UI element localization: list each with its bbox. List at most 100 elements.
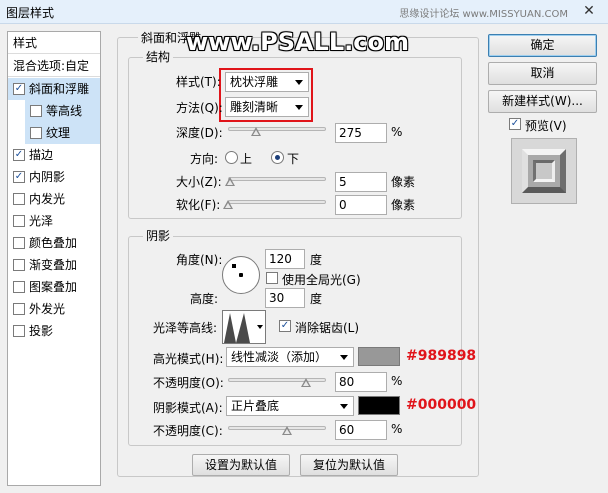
style-item-checkbox[interactable] — [13, 193, 25, 205]
style-item-label: 颜色叠加 — [29, 236, 78, 250]
chevron-down-icon — [340, 355, 348, 360]
style-item[interactable]: 图案叠加 — [8, 276, 100, 298]
style-select[interactable]: 枕状浮雕 — [225, 72, 309, 92]
angle-dial[interactable] — [222, 256, 260, 294]
style-item-checkbox[interactable]: ✓ — [13, 83, 25, 95]
style-item[interactable]: ✓ 描边 — [8, 144, 100, 166]
blending-options-item[interactable]: 混合选项:自定 — [8, 55, 100, 77]
shadow-opacity-unit: % — [391, 422, 403, 436]
ok-button[interactable]: 确定 — [488, 34, 597, 57]
altitude-input[interactable]: 30 — [265, 288, 305, 308]
depth-input[interactable]: 275 — [335, 123, 387, 143]
new-style-button[interactable]: 新建样式(W)... — [488, 90, 597, 113]
style-item[interactable]: ✓ 内阴影 — [8, 166, 100, 188]
size-slider-track[interactable] — [228, 177, 326, 181]
style-item-checkbox[interactable] — [30, 127, 42, 139]
contour-icon — [224, 313, 250, 343]
style-item-label: 内发光 — [29, 192, 66, 206]
psall-watermark: www.PSALL.com — [186, 28, 409, 56]
angle-dial-marker — [232, 264, 236, 268]
style-item-checkbox[interactable] — [13, 215, 25, 227]
global-light-label[interactable]: 使用全局光(G) — [282, 271, 361, 288]
soften-label: 软化(F): — [176, 198, 221, 212]
shadow-color-swatch[interactable] — [358, 396, 400, 415]
direction-up-label[interactable]: 上 — [240, 150, 252, 167]
highlight-mode-label: 高光模式(H): — [153, 352, 224, 366]
soften-unit: 像素 — [391, 198, 416, 212]
make-default-button[interactable]: 设置为默认值 — [192, 454, 290, 476]
style-item-checkbox[interactable] — [30, 105, 42, 117]
style-item-checkbox[interactable]: ✓ — [13, 171, 25, 183]
style-item[interactable]: ✓ 斜面和浮雕 — [8, 78, 100, 100]
soften-input[interactable]: 0 — [335, 195, 387, 215]
chevron-down-icon — [257, 325, 263, 329]
size-slider-thumb[interactable] — [224, 177, 235, 186]
style-item-label: 外发光 — [29, 302, 66, 316]
highlight-opacity-label: 不透明度(O): — [153, 376, 224, 390]
depth-label: 深度(D): — [176, 126, 223, 140]
antialias-checkbox[interactable]: ✓ — [279, 320, 291, 332]
reset-default-button[interactable]: 复位为默认值 — [300, 454, 398, 476]
preview-square — [522, 149, 566, 193]
style-item-checkbox[interactable] — [13, 303, 25, 315]
shadow-mode-select[interactable]: 正片叠底 — [226, 396, 354, 416]
style-item-checkbox[interactable]: ✓ — [13, 149, 25, 161]
style-item-checkbox[interactable] — [13, 237, 25, 249]
style-item-label: 斜面和浮雕 — [29, 82, 90, 96]
style-item-label: 描边 — [29, 148, 54, 162]
shading-title: 阴影 — [143, 227, 174, 244]
style-list-panel: 样式 混合选项:自定 ✓ 斜面和浮雕 等高线 纹理 ✓ 描边 ✓ 内阴影 内发光 光泽 颜色叠加 渐变… — [7, 31, 101, 486]
style-item[interactable]: 内发光 — [8, 188, 100, 210]
style-item[interactable]: 纹理 — [25, 122, 100, 144]
style-item-label: 渐变叠加 — [29, 258, 78, 272]
angle-dial-center — [239, 273, 243, 277]
title-bar: 图层样式 思缘设计论坛 www.MISSYUAN.COM ✕ — [0, 0, 608, 24]
highlight-opacity-thumb[interactable] — [301, 378, 312, 387]
style-item-checkbox[interactable] — [13, 325, 25, 337]
style-label: 样式(T): — [176, 75, 221, 89]
shadow-mode-value: 正片叠底 — [231, 399, 280, 413]
highlight-color-annotation: #989898 — [406, 348, 477, 364]
depth-slider-thumb[interactable] — [251, 127, 262, 136]
soften-slider-thumb[interactable] — [223, 200, 233, 209]
highlight-opacity-input[interactable]: 80 — [335, 372, 387, 392]
highlight-color-swatch[interactable] — [358, 347, 400, 366]
highlight-mode-select[interactable]: 线性减淡（添加） — [226, 347, 354, 367]
gloss-contour-picker[interactable] — [222, 310, 266, 344]
antialias-label[interactable]: 消除锯齿(L) — [295, 319, 359, 336]
structure-title: 结构 — [143, 48, 174, 65]
style-item-checkbox[interactable] — [13, 281, 25, 293]
preview-checkbox[interactable]: ✓ — [509, 118, 521, 130]
shadow-opacity-track[interactable] — [228, 426, 326, 430]
angle-label: 角度(N): — [176, 253, 223, 267]
close-icon[interactable]: ✕ — [578, 1, 600, 21]
preview-label[interactable]: 预览(V) — [525, 117, 567, 134]
style-item[interactable]: 投影 — [8, 320, 100, 342]
shadow-opacity-input[interactable]: 60 — [335, 420, 387, 440]
size-input[interactable]: 5 — [335, 172, 387, 192]
style-item[interactable]: 等高线 — [25, 100, 100, 122]
direction-up-radio[interactable] — [225, 151, 238, 164]
global-light-checkbox[interactable] — [266, 272, 278, 284]
angle-input[interactable]: 120 — [265, 249, 305, 269]
altitude-label: 高度: — [190, 292, 219, 306]
shadow-opacity-label: 不透明度(C): — [153, 424, 223, 438]
technique-label: 方法(Q): — [176, 101, 223, 115]
highlight-opacity-unit: % — [391, 374, 403, 388]
style-item-label: 内阴影 — [29, 170, 66, 184]
shadow-opacity-thumb[interactable] — [281, 426, 292, 435]
style-item[interactable]: 外发光 — [8, 298, 100, 320]
cancel-button[interactable]: 取消 — [488, 62, 597, 85]
technique-select[interactable]: 雕刻清晰 — [225, 97, 309, 117]
angle-unit: 度 — [310, 253, 323, 267]
style-item[interactable]: 颜色叠加 — [8, 232, 100, 254]
depth-slider-track[interactable] — [228, 127, 326, 131]
style-item-checkbox[interactable] — [13, 259, 25, 271]
direction-down-radio[interactable] — [271, 151, 284, 164]
style-item-label: 图案叠加 — [29, 280, 78, 294]
soften-slider-track[interactable] — [228, 200, 326, 204]
direction-down-label[interactable]: 下 — [287, 150, 299, 167]
styles-header[interactable]: 样式 — [8, 32, 100, 54]
style-item[interactable]: 渐变叠加 — [8, 254, 100, 276]
style-item[interactable]: 光泽 — [8, 210, 100, 232]
